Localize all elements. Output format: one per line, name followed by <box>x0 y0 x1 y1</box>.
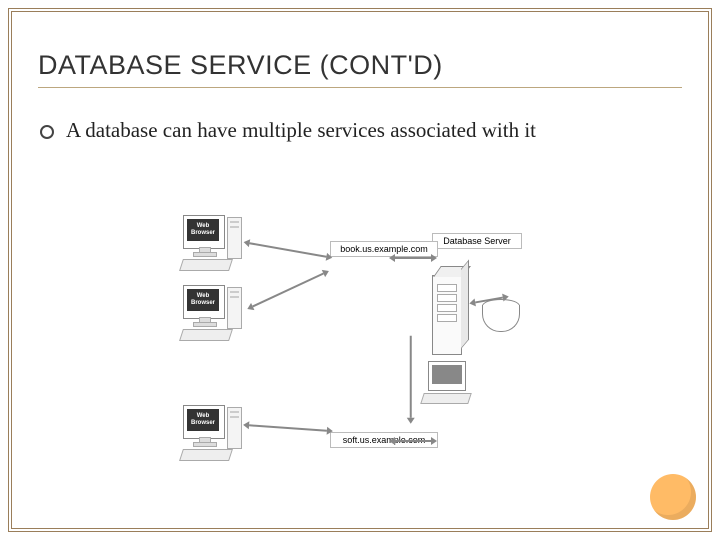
arrow-icon <box>249 424 327 431</box>
bullet-icon <box>40 125 54 139</box>
content-area: DATABASE SERVICE (CONT'D) A database can… <box>22 22 698 518</box>
bullet-text: A database can have multiple services as… <box>66 118 536 143</box>
server-label: Database Server <box>432 233 522 249</box>
storage-disk-icon <box>482 299 518 333</box>
accent-circle-icon <box>650 474 696 520</box>
database-server <box>432 265 520 423</box>
slide: DATABASE SERVICE (CONT'D) A database can… <box>0 0 720 540</box>
architecture-diagram: WebBrowser WebBrowser WebBrowser Databas… <box>177 207 577 482</box>
client-pc-2: WebBrowser <box>181 285 243 347</box>
arrow-icon <box>252 273 323 307</box>
bullet-item: A database can have multiple services as… <box>38 118 682 143</box>
client-pc-1: WebBrowser <box>181 215 243 277</box>
arrow-down-icon <box>410 336 412 418</box>
arrow-icon <box>249 242 326 257</box>
arrow-icon <box>395 440 431 442</box>
slide-title: DATABASE SERVICE (CONT'D) <box>38 50 682 88</box>
arrow-icon <box>395 257 431 259</box>
client-pc-3: WebBrowser <box>181 405 243 467</box>
service-label-book: book.us.example.com <box>330 241 438 257</box>
